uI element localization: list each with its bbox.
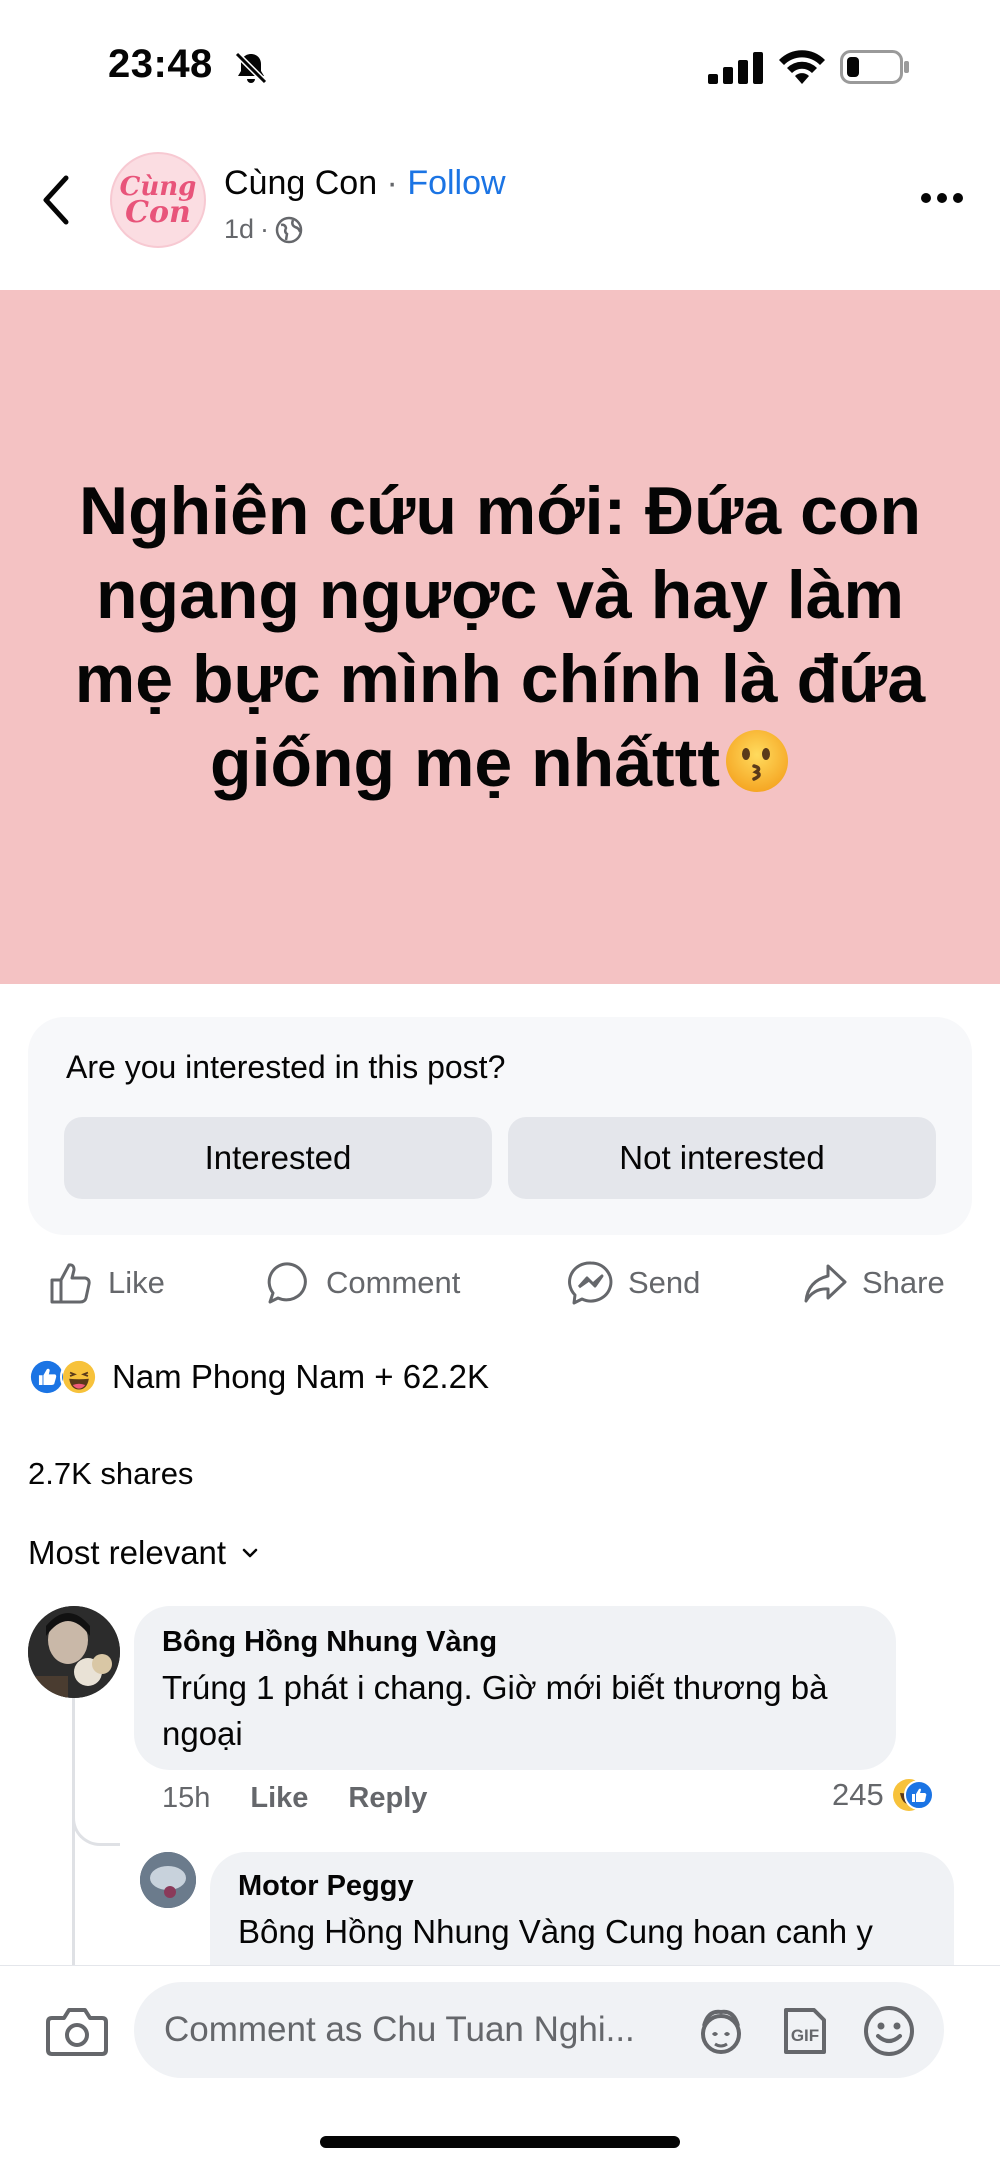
interest-question: Are you interested in this post?	[66, 1049, 506, 1085]
wifi-icon	[779, 50, 825, 84]
reply-connector	[72, 1806, 120, 1846]
comment-reply-button[interactable]: Reply	[348, 1782, 427, 1815]
back-arrow-icon[interactable]	[36, 170, 76, 230]
comment-reaction-icons	[892, 1779, 934, 1811]
like-button[interactable]: Like	[48, 1260, 165, 1306]
post-meta: 1d ·	[224, 214, 303, 245]
post-banner[interactable]: Nghiên cứu mới: Đứa con ngang ngược và h…	[0, 290, 1000, 984]
comment-bubble[interactable]: Bông Hồng Nhung Vàng Trúng 1 phát i chan…	[134, 1606, 896, 1770]
avatar-photo	[140, 1852, 196, 1908]
comment-like-button[interactable]: Like	[250, 1782, 308, 1815]
avatar-logo-line2: Con	[125, 195, 191, 230]
comment-reaction-count[interactable]: 245	[832, 1776, 934, 1814]
avatar-photo	[28, 1606, 120, 1698]
bell-off-icon	[234, 51, 268, 85]
page-avatar[interactable]: Cùng Con	[110, 152, 206, 248]
banner-text-wrapper: Nghiên cứu mới: Đứa con ngang ngược và h…	[40, 469, 960, 805]
kissing-face-emoji-icon	[725, 730, 788, 792]
like-label: Like	[108, 1265, 165, 1300]
reactions-summary-text: Nam Phong Nam + 62.2K	[112, 1358, 489, 1395]
reactions-summary[interactable]: Nam Phong Nam + 62.2K	[28, 1358, 489, 1396]
comment-time: 15h	[162, 1782, 211, 1814]
post-header: Cùng Con Cùng Con · Follow 1d ·	[0, 130, 1000, 290]
comment-button[interactable]: Comment	[266, 1260, 460, 1306]
meta-separator: ·	[260, 214, 270, 244]
more-options-icon[interactable]	[918, 186, 966, 210]
separator: ·	[377, 164, 408, 202]
status-time: 23:48	[108, 42, 213, 86]
comment-input-box[interactable]: GIF	[134, 1982, 944, 2078]
interested-button[interactable]: Interested	[64, 1117, 492, 1199]
signal-icon	[708, 52, 763, 84]
comment-text: Trúng 1 phát i chang. Giờ mới biết thươn…	[162, 1669, 828, 1752]
sort-label: Most relevant	[28, 1534, 227, 1571]
comment-reaction-number: 245	[832, 1777, 884, 1812]
share-label: Share	[862, 1265, 945, 1300]
send-label: Send	[628, 1265, 701, 1300]
comment-input[interactable]	[164, 1982, 724, 2078]
gif-icon[interactable]: GIF	[778, 2004, 832, 2058]
battery-icon	[840, 50, 909, 84]
comment-meta: 15h Like Reply	[162, 1782, 427, 1815]
post-time: 1d	[224, 214, 255, 244]
send-button[interactable]: Send	[568, 1260, 700, 1306]
avatar-sticker-icon[interactable]	[694, 2004, 748, 2058]
status-bar: 23:48	[0, 0, 1000, 130]
globe-icon	[275, 216, 303, 243]
haha-reaction-icon	[60, 1358, 98, 1396]
interest-prompt-card: Are you interested in this post? Interes…	[28, 1017, 972, 1235]
avatar[interactable]	[28, 1606, 120, 1698]
comment-bubble-icon	[267, 1262, 307, 1304]
avatar[interactable]	[140, 1852, 196, 1908]
comment-text: Bông Hồng Nhung Vàng Cung hoan canh y	[238, 1913, 873, 1950]
svg-text:GIF: GIF	[791, 2026, 819, 2045]
comment-author[interactable]: Motor Peggy	[238, 1870, 926, 1903]
comment-composer: GIF	[0, 1965, 1000, 2167]
page-name[interactable]: Cùng Con	[224, 164, 377, 202]
comment-label: Comment	[326, 1265, 461, 1300]
banner-text: Nghiên cứu mới: Đứa con ngang ngược và h…	[74, 473, 926, 801]
comment-author[interactable]: Bông Hồng Nhung Vàng	[162, 1626, 868, 1659]
chevron-down-icon	[242, 1548, 258, 1558]
share-arrow-icon	[804, 1264, 847, 1303]
comment-sort-dropdown[interactable]: Most relevant	[28, 1534, 260, 1572]
post-action-bar: Like Comment Send Share	[0, 1260, 1000, 1320]
not-interested-button[interactable]: Not interested	[508, 1117, 936, 1199]
thread-line	[72, 1698, 75, 1968]
messenger-icon	[568, 1261, 613, 1305]
emoji-icon[interactable]	[862, 2004, 916, 2058]
follow-button[interactable]: Follow	[407, 164, 505, 202]
camera-icon[interactable]	[46, 2004, 108, 2058]
share-button[interactable]: Share	[802, 1260, 945, 1306]
thumbs-up-icon	[50, 1263, 91, 1304]
page-name-row: Cùng Con · Follow	[224, 164, 506, 203]
shares-count[interactable]: 2.7K shares	[28, 1456, 193, 1492]
home-indicator	[320, 2136, 680, 2148]
